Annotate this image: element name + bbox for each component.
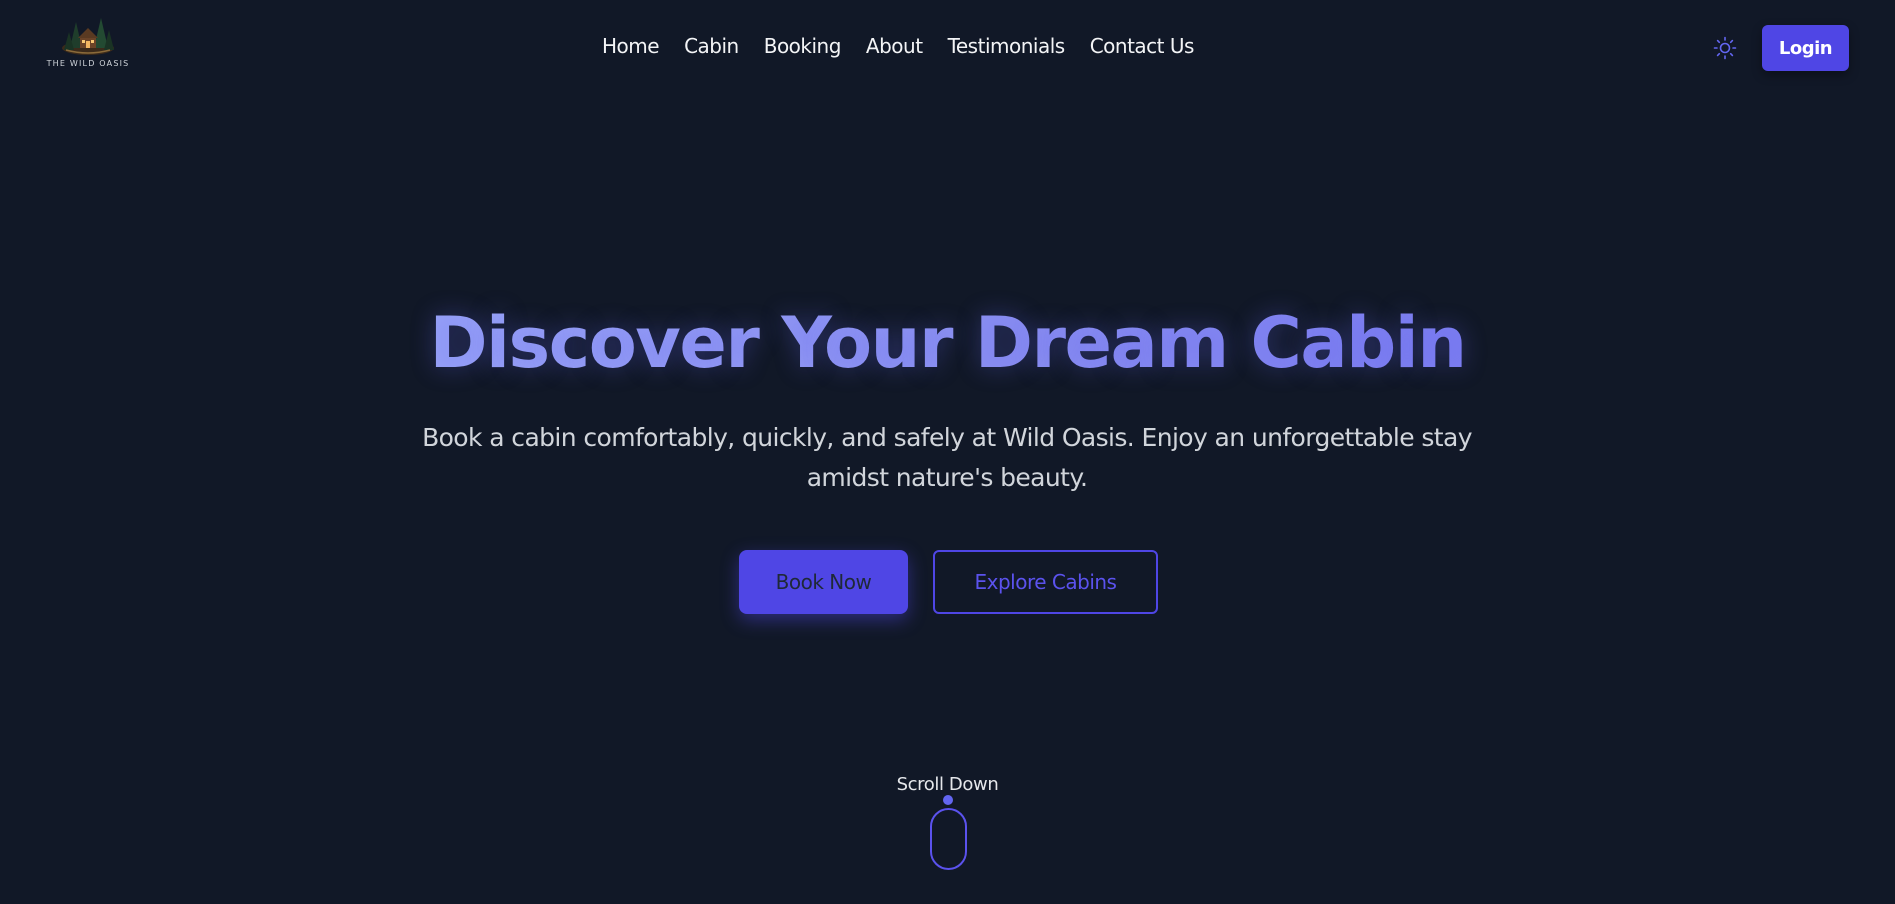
brand-logo[interactable]: THE WILD OASIS xyxy=(44,12,132,74)
hero-title: Discover Your Dream Cabin xyxy=(0,298,1895,388)
site-header: THE WILD OASIS Home Cabin Booking About … xyxy=(0,0,1895,96)
landing-page: THE WILD OASIS Home Cabin Booking About … xyxy=(0,0,1895,904)
mouse-scroll-icon[interactable] xyxy=(930,808,967,870)
login-button[interactable]: Login xyxy=(1762,25,1849,71)
main-nav: Home Cabin Booking About Testimonials Co… xyxy=(602,34,1194,58)
cabin-forest-logo-icon xyxy=(62,18,114,55)
book-now-button[interactable]: Book Now xyxy=(739,550,908,614)
brand-name: THE WILD OASIS xyxy=(46,59,130,68)
nav-item-home[interactable]: Home xyxy=(602,34,660,58)
explore-cabins-button[interactable]: Explore Cabins xyxy=(933,550,1158,614)
nav-item-cabin[interactable]: Cabin xyxy=(684,34,739,58)
hero-subtitle: Book a cabin comfortably, quickly, and s… xyxy=(422,423,1472,492)
theme-toggle-button[interactable] xyxy=(1713,36,1737,60)
sun-icon xyxy=(1713,36,1737,60)
scroll-down-label: Scroll Down xyxy=(896,774,999,795)
scroll-dot-icon xyxy=(943,795,953,805)
nav-item-testimonials[interactable]: Testimonials xyxy=(948,34,1066,58)
nav-item-about[interactable]: About xyxy=(866,34,923,58)
nav-item-contact-us[interactable]: Contact Us xyxy=(1090,34,1195,58)
nav-item-booking[interactable]: Booking xyxy=(764,34,842,58)
